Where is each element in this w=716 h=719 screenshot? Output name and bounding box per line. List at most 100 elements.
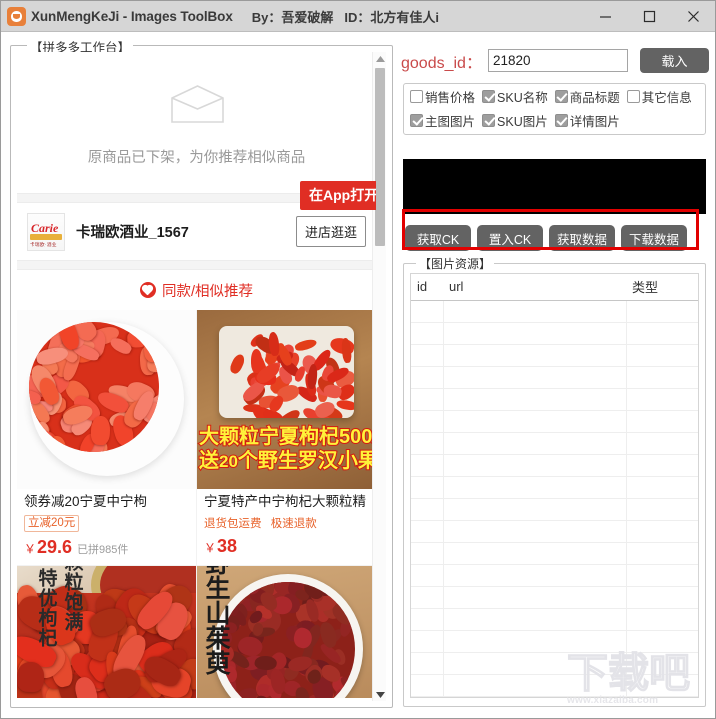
table-cell[interactable] [443,410,627,433]
table-cell[interactable] [626,586,698,609]
table-cell[interactable] [626,608,698,631]
table-row[interactable] [411,586,698,609]
table-cell[interactable] [626,432,698,455]
maximize-icon[interactable] [627,1,671,31]
table-cell[interactable] [626,520,698,543]
table-cell[interactable] [443,696,627,697]
close-icon[interactable] [671,1,715,31]
table-cell[interactable] [626,300,698,323]
option-sale-price[interactable]: 销售价格 [410,87,475,106]
table-cell[interactable] [626,366,698,389]
option-sku-name[interactable]: SKU名称 [482,87,548,106]
option-sku-image[interactable]: SKU图片 [482,111,548,130]
table-cell[interactable] [443,520,627,543]
table-cell[interactable] [411,432,444,455]
table-cell[interactable] [626,498,698,521]
table-cell[interactable] [443,300,627,323]
table-cell[interactable] [626,674,698,697]
column-header-url[interactable]: url [443,274,626,301]
table-cell[interactable] [626,652,698,675]
table-cell[interactable] [626,322,698,345]
table-cell[interactable] [411,388,444,411]
table-row[interactable] [411,542,698,565]
table-cell[interactable] [626,476,698,499]
product-card[interactable]: 野生山茱萸 [197,565,376,698]
table-cell[interactable] [626,630,698,653]
table-cell[interactable] [626,388,698,411]
table-cell[interactable] [411,454,444,477]
checkbox-detail-image[interactable] [554,113,568,127]
table-row[interactable] [411,564,698,587]
product-card[interactable]: 大颗粒宁夏枸杞500克 送20个野生罗汉小果 宁夏特产中宁枸杞大颗粒精 退货包运… [197,310,376,565]
table-cell[interactable] [443,564,627,587]
table-row[interactable] [411,366,698,389]
table-cell[interactable] [411,366,444,389]
table-cell[interactable] [443,344,627,367]
table-cell[interactable] [443,476,627,499]
table-row[interactable] [411,300,698,323]
table-cell[interactable] [626,344,698,367]
table-row[interactable] [411,696,698,697]
scroll-up-icon[interactable] [373,52,387,65]
table-cell[interactable] [411,322,444,345]
table-cell[interactable] [411,652,444,675]
table-row[interactable] [411,630,698,653]
table-cell[interactable] [443,322,627,345]
table-cell[interactable] [443,652,627,675]
load-button[interactable]: 载入 [639,48,709,73]
minimize-icon[interactable] [583,1,627,31]
table-cell[interactable] [443,498,627,521]
table-cell[interactable] [443,366,627,389]
table-cell[interactable] [411,498,444,521]
table-cell[interactable] [411,410,444,433]
goods-id-input[interactable] [487,49,628,72]
table-cell[interactable] [443,542,627,565]
scrollbar-thumb[interactable] [375,68,385,246]
column-header-type[interactable]: 类型 [626,274,698,301]
checkbox-sku-name[interactable] [482,89,496,103]
table-row[interactable] [411,410,698,433]
table-row[interactable] [411,498,698,521]
table-cell[interactable] [443,674,627,697]
checkbox-other-info[interactable] [626,89,640,103]
option-detail-image[interactable]: 详情图片 [554,111,620,130]
table-cell[interactable] [411,476,444,499]
table-cell[interactable] [443,388,627,411]
table-row[interactable] [411,432,698,455]
checkbox-sku-image[interactable] [482,113,496,127]
table-cell[interactable] [411,696,444,697]
option-product-title[interactable]: 商品标题 [554,87,620,106]
table-row[interactable] [411,652,698,675]
image-resources-table-wrap[interactable]: id url 类型 [410,273,699,698]
table-cell[interactable] [411,300,444,323]
table-row[interactable] [411,344,698,367]
table-cell[interactable] [411,344,444,367]
get-ck-button[interactable]: 获取CK [405,225,471,251]
open-in-app-button[interactable]: 在App打开〉 [300,181,376,210]
table-cell[interactable] [626,410,698,433]
left-panel-scrollbar[interactable] [372,52,386,701]
shop-row[interactable]: Carie 卡瑞欧·酒业 卡瑞欧酒业_1567 进店逛逛 [17,203,376,260]
checkbox-main-image[interactable] [410,113,423,127]
table-cell[interactable] [626,564,698,587]
checkbox-sale-price[interactable] [410,89,423,103]
table-row[interactable] [411,454,698,477]
table-row[interactable] [411,674,698,697]
scroll-down-icon[interactable] [373,688,387,701]
product-card[interactable]: 特优枸杞 颗粒饱满 [17,565,196,698]
product-card[interactable]: 领券减20宁夏中宁枸 立减20元 ￥ 29.6 已拼985件 [17,310,196,565]
table-row[interactable] [411,476,698,499]
table-cell[interactable] [443,608,627,631]
table-cell[interactable] [443,630,627,653]
embedded-browser-view[interactable]: 原商品已下架，为你推荐相似商品 在App打开〉 Carie 卡瑞欧·酒业 卡瑞欧… [17,52,376,701]
table-cell[interactable] [411,520,444,543]
table-cell[interactable] [411,674,444,697]
option-main-image[interactable]: 主图图片 [410,111,475,130]
table-cell[interactable] [443,454,627,477]
table-row[interactable] [411,388,698,411]
table-cell[interactable] [411,542,444,565]
option-other-info[interactable]: 其它信息 [626,87,692,106]
table-cell[interactable] [443,432,627,455]
table-cell[interactable] [626,696,698,697]
set-ck-button[interactable]: 置入CK [477,225,543,251]
